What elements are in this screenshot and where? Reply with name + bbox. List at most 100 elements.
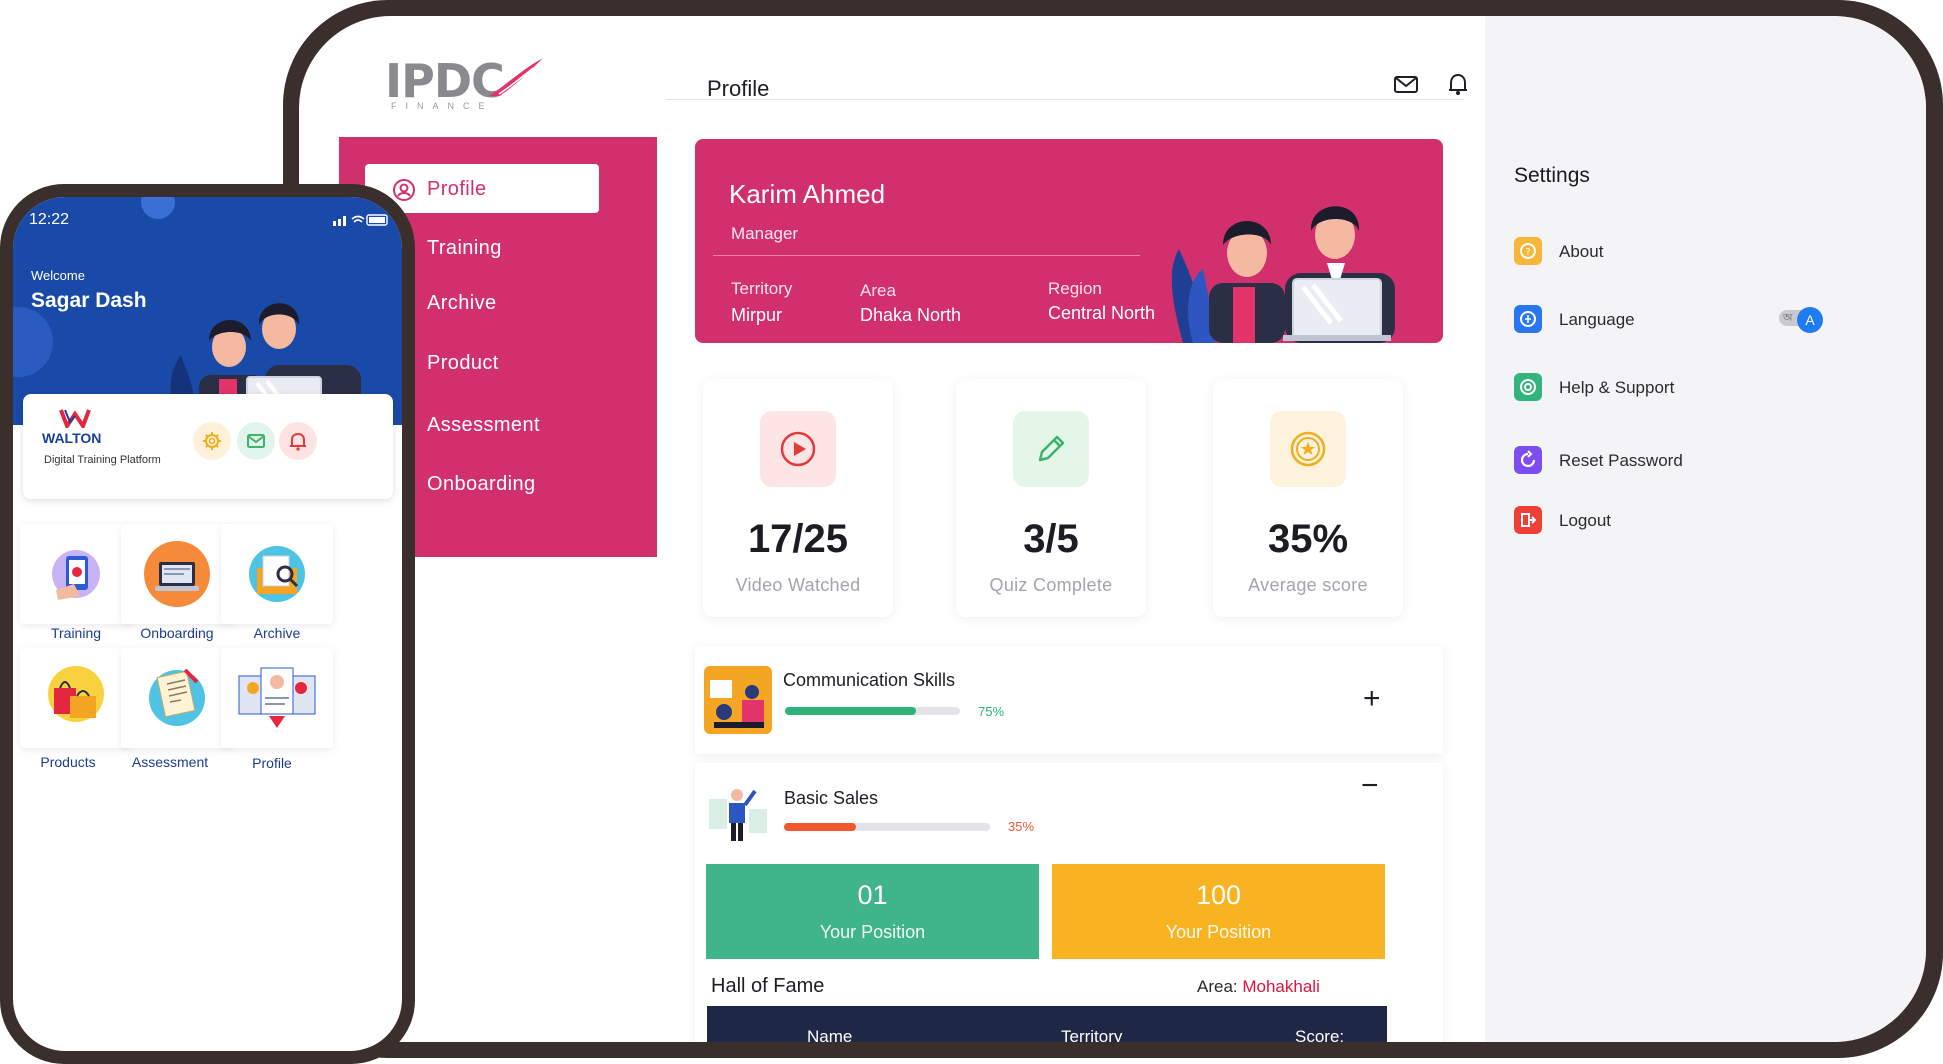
products-icon [48, 666, 104, 722]
course-title: Basic Sales [784, 788, 879, 808]
side-menu-item-archive[interactable]: Archive [427, 292, 497, 315]
language-icon [1514, 305, 1542, 333]
tile-profile[interactable] [221, 648, 333, 748]
side-menu-item-training[interactable]: Training [427, 237, 502, 260]
position-card-total: 100 Your Position [1052, 864, 1385, 959]
tile-onboarding[interactable] [121, 524, 233, 624]
status-icons [333, 213, 389, 232]
settings-item-label: About [1559, 242, 1604, 261]
course-progress-bar [784, 823, 990, 831]
settings-item-logout[interactable]: Logout [1514, 506, 1814, 536]
tile-assessment[interactable] [121, 648, 233, 748]
course-progress-fill [785, 707, 917, 715]
brand-subtitle: Digital Training Platform [44, 454, 161, 466]
business-people-illustration [1171, 206, 1395, 343]
tile-training[interactable] [20, 524, 132, 624]
training-icon [52, 550, 100, 600]
course-progress-percent: 35% [1008, 819, 1035, 834]
area-value: Mohakhali [1242, 977, 1320, 996]
assessment-icon [149, 668, 205, 726]
hall-of-fame-title: Hall of Fame [711, 975, 825, 997]
profile-name: Karim Ahmed [729, 179, 886, 209]
walton-logo-mark [59, 409, 91, 428]
stat-label: Video Watched [735, 575, 861, 595]
tile-products[interactable] [20, 648, 132, 748]
tablet-screen: IPDC FINANCE Profile Profile Training Ar… [299, 16, 1926, 1042]
phone-screen: 12:22 Welcome Sagar Dash WALTON Digital … [13, 197, 402, 1051]
communication-thumbnail [704, 666, 772, 734]
ipdc-logo: IPDC FINANCE [385, 56, 545, 116]
header-divider [666, 99, 1464, 100]
bell-icon[interactable] [1445, 72, 1471, 96]
mail-icon[interactable] [1393, 72, 1419, 96]
brand-card: WALTON Digital Training Platform [23, 394, 393, 499]
svg-text:?: ? [1525, 247, 1530, 258]
side-menu-item-onboarding[interactable]: Onboarding [427, 473, 536, 496]
tile-label: Profile [252, 755, 292, 771]
phone-frame: 12:22 Welcome Sagar Dash WALTON Digital … [0, 184, 415, 1064]
tile-label: Onboarding [140, 625, 214, 641]
hall-of-fame-area: Area: Mohakhali [1197, 977, 1320, 996]
side-menu-item-profile[interactable]: Profile [427, 178, 487, 201]
tile-label: Archive [253, 625, 301, 641]
column-header-name[interactable]: Name [807, 1027, 852, 1042]
star-badge-icon [1270, 411, 1346, 487]
region-label: Region [1048, 279, 1102, 298]
settings-item-label: Reset Password [1559, 451, 1683, 470]
column-header-score[interactable]: Score: [1295, 1027, 1344, 1042]
stat-label: Average score [1248, 575, 1368, 595]
decor-circle [13, 307, 53, 377]
archive-icon [249, 546, 305, 602]
area-label: Area [860, 281, 896, 300]
profile-role: Manager [731, 224, 799, 243]
decor-circle [141, 197, 175, 219]
support-icon [1514, 373, 1542, 401]
course-card-communication[interactable]: Communication Skills 75% + [695, 646, 1443, 754]
profile-card: Karim Ahmed Manager Territory Mirpur Are… [695, 139, 1443, 343]
settings-title: Settings [1514, 164, 1590, 187]
settings-item-about[interactable]: ? About [1514, 237, 1814, 267]
bell-icon[interactable] [279, 422, 317, 460]
mail-icon[interactable] [237, 422, 275, 460]
play-icon [760, 411, 836, 487]
position-value: 100 [1195, 880, 1242, 910]
onboarding-icon [144, 541, 210, 607]
phone-header: 12:22 Welcome Sagar Dash [13, 197, 402, 425]
territory-label: Territory [731, 279, 793, 298]
language-toggle[interactable]: অ A [1779, 307, 1829, 333]
logout-icon [1514, 506, 1542, 534]
tile-label: Training [50, 625, 102, 641]
hall-of-fame-table-header: Name Territory Score: [707, 1006, 1387, 1042]
welcome-label: Welcome [31, 268, 85, 283]
settings-item-label: Logout [1559, 511, 1611, 530]
course-progress-bar [785, 707, 960, 715]
area-value: Dhaka North [860, 305, 962, 325]
profile-divider [713, 255, 1140, 256]
gear-icon[interactable] [193, 422, 231, 460]
pencil-icon [1013, 411, 1089, 487]
stat-label: Quiz Complete [989, 575, 1113, 595]
settings-item-language[interactable]: Language [1514, 305, 1814, 335]
side-menu-item-product[interactable]: Product [427, 352, 499, 375]
tile-archive[interactable] [221, 524, 333, 624]
stat-value: 17/25 [747, 517, 849, 561]
settings-item-label: Help & Support [1559, 378, 1675, 397]
collapse-button[interactable]: − [1361, 771, 1379, 801]
settings-item-help[interactable]: Help & Support [1514, 373, 1814, 403]
course-title: Communication Skills [783, 670, 956, 690]
position-label: Your Position [819, 922, 926, 942]
expand-button[interactable]: + [1363, 684, 1381, 714]
toggle-knob: A [1797, 307, 1823, 333]
toggle-off-glyph: অ [1783, 312, 1793, 324]
info-icon: ? [1514, 237, 1542, 265]
territory-value: Mirpur [731, 305, 783, 325]
column-header-territory[interactable]: Territory [1061, 1027, 1122, 1042]
position-label: Your Position [1165, 922, 1272, 942]
region-value: Central North [1048, 303, 1156, 323]
brand-name: WALTON [42, 430, 102, 446]
tile-label: Products [40, 754, 96, 770]
position-card-rank: 01 Your Position [706, 864, 1039, 959]
side-menu-item-assessment[interactable]: Assessment [427, 414, 540, 437]
tablet-frame: IPDC FINANCE Profile Profile Training Ar… [283, 0, 1943, 1058]
settings-item-reset-password[interactable]: Reset Password [1514, 446, 1814, 476]
